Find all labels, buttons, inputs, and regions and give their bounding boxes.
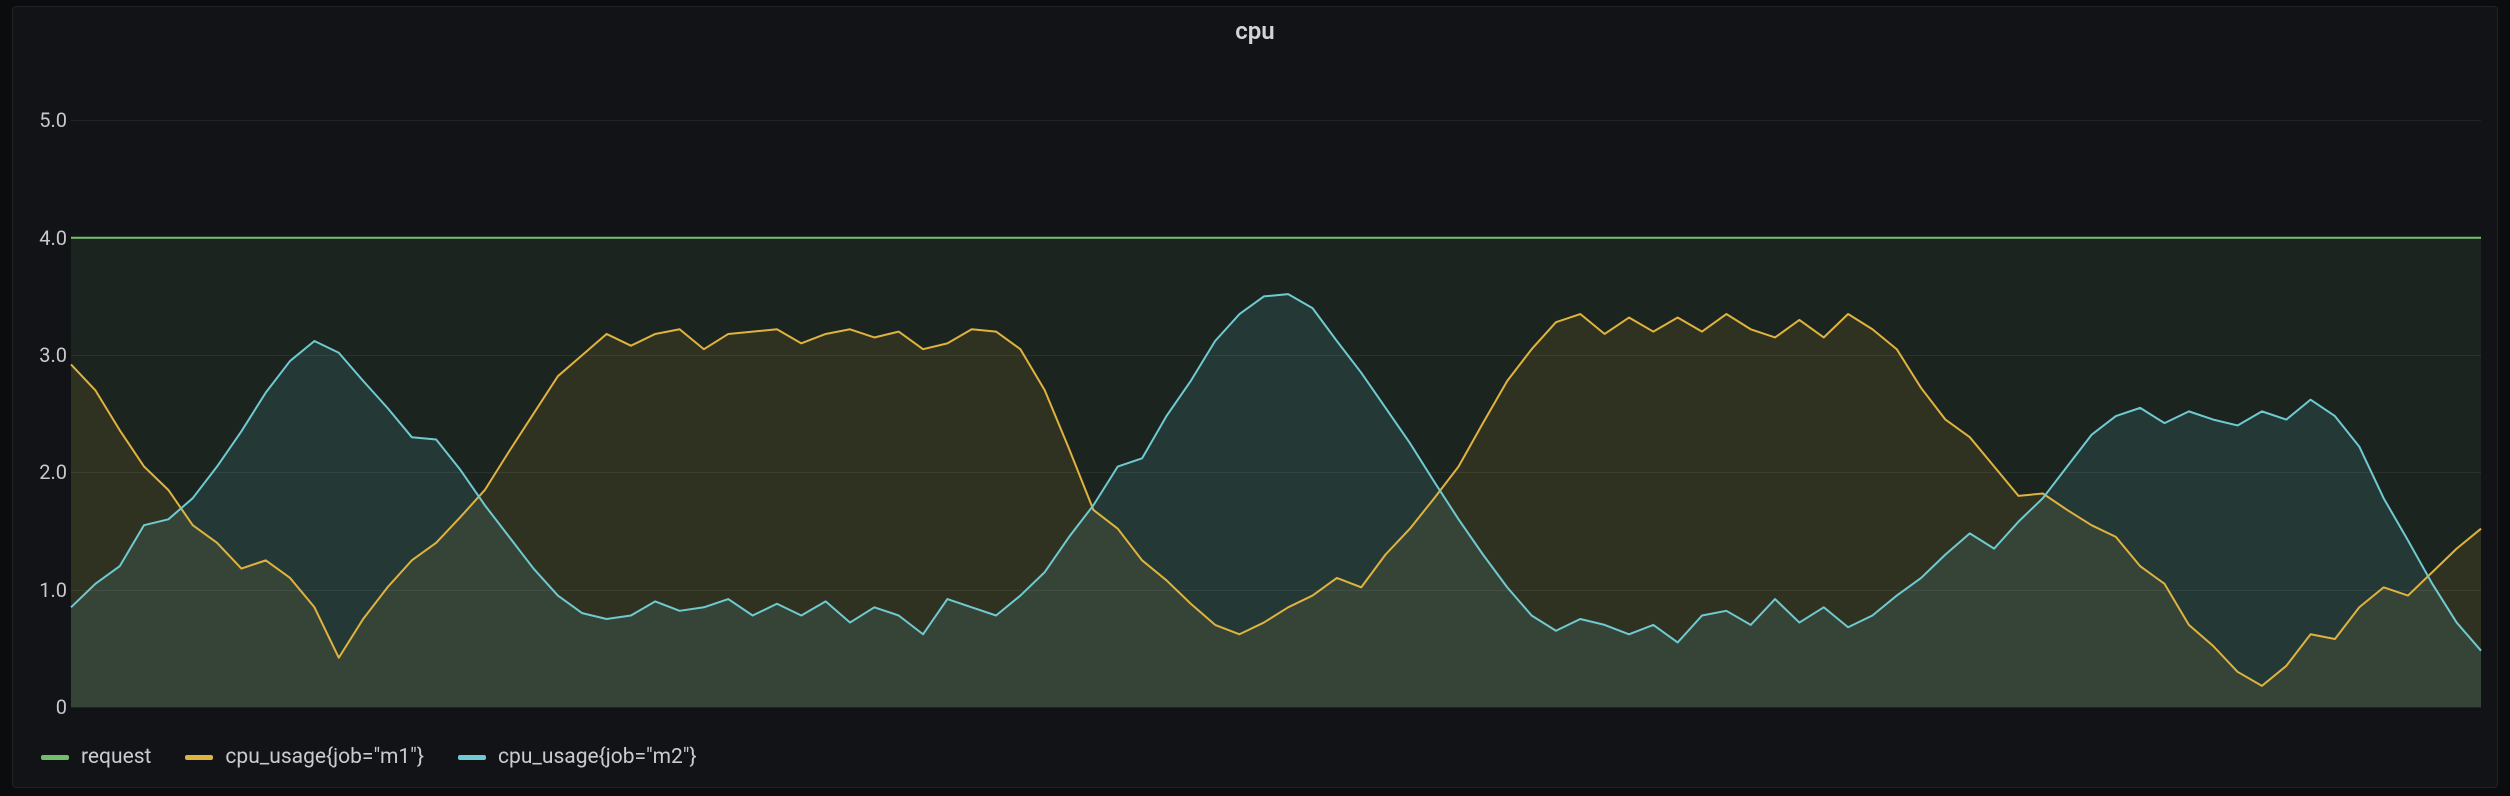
legend-swatch-m1 [185,755,213,760]
gridline [71,355,2481,356]
gridline [71,238,2481,239]
plot-area[interactable]: 01.02.03.04.05.0 [71,97,2481,707]
chart-panel: cpu 01.02.03.04.05.0 request cpu_usage{j… [12,6,2498,788]
legend-swatch-request [41,755,69,760]
y-axis-tick-label: 0 [19,695,67,719]
gridline [71,707,2481,708]
legend-label: request [81,745,151,769]
legend-item-m1[interactable]: cpu_usage{job="m1"} [185,745,424,769]
chart-svg [71,97,2481,707]
gridline [71,472,2481,473]
legend-swatch-m2 [458,755,486,760]
legend-item-m2[interactable]: cpu_usage{job="m2"} [458,745,697,769]
legend-label: cpu_usage{job="m2"} [498,745,697,769]
y-axis-tick-label: 1.0 [19,578,67,602]
legend-label: cpu_usage{job="m1"} [225,745,424,769]
legend: request cpu_usage{job="m1"} cpu_usage{jo… [41,745,697,769]
y-axis-tick-label: 4.0 [19,226,67,250]
gridline [71,590,2481,591]
panel-title[interactable]: cpu [13,17,2497,45]
y-axis-tick-label: 3.0 [19,343,67,367]
gridline [71,120,2481,121]
y-axis-tick-label: 2.0 [19,460,67,484]
y-axis-tick-label: 5.0 [19,108,67,132]
legend-item-request[interactable]: request [41,745,151,769]
